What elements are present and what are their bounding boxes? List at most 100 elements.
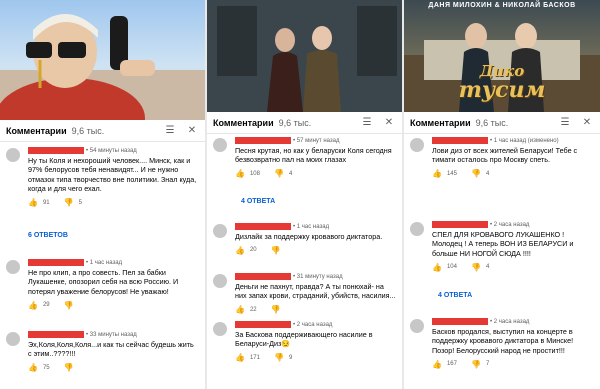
comment-time: 2 часа назад — [296, 321, 333, 328]
avatar[interactable] — [410, 222, 424, 236]
thumbs-up-icon: 👍 — [235, 245, 245, 255]
comment-item: • 1 час назад (изменено) Лови диз от все… — [404, 136, 600, 179]
comment-text: Не про клип, а про совесть. Пел за бабки… — [28, 268, 179, 296]
like-button[interactable]: 👍 29 — [28, 301, 50, 310]
comment-text: За Баскова поддерживающего насилие в Бел… — [235, 330, 373, 349]
dislike-button[interactable]: 👎 4 — [471, 263, 489, 272]
dislike-count: 9 — [288, 354, 293, 361]
close-icon[interactable]: ✕ — [185, 125, 199, 136]
thumbs-up-icon: 👍 — [432, 262, 442, 272]
thumbs-down-icon: 👎 — [63, 198, 74, 208]
video-player-1[interactable] — [0, 0, 205, 120]
avatar[interactable] — [213, 138, 227, 152]
emoji-icon: 😏 — [281, 339, 291, 349]
avatar[interactable] — [6, 332, 20, 346]
sort-icon[interactable]: ☰ — [163, 125, 177, 136]
comment-time: 54 минуты назад — [89, 147, 137, 154]
thumbs-down-icon: 👎 — [270, 305, 281, 315]
like-button[interactable]: 👍 75 — [28, 363, 50, 372]
comment-time: 2 часа назад — [493, 318, 530, 325]
dislike-count: 4 — [485, 170, 490, 177]
thumbs-down-icon: 👎 — [470, 262, 481, 272]
comment-time: 31 минуту назад — [296, 273, 343, 280]
video-frame-2 — [207, 0, 402, 112]
replies-link[interactable]: 4 ОТВЕТА — [241, 198, 275, 205]
sort-icon[interactable]: ☰ — [558, 117, 572, 128]
video-player-3[interactable]: ДАНЯ МИЛОХИН & НИКОЛАЙ БАСКОВ Дико тусим — [404, 0, 600, 112]
like-count: 145 — [446, 170, 457, 177]
dislike-button[interactable]: 👎 — [271, 305, 286, 314]
redacted-username — [235, 273, 291, 280]
comment-time: 1 час назад — [89, 259, 123, 266]
sort-icon[interactable]: ☰ — [360, 117, 374, 128]
like-button[interactable]: 👍 167 — [432, 360, 457, 369]
redacted-username — [28, 147, 84, 154]
thumbs-up-icon: 👍 — [432, 359, 442, 369]
avatar[interactable] — [410, 319, 424, 333]
redacted-username — [235, 223, 291, 230]
comments-header: Комментарии 9,6 тыс. ☰ ✕ — [0, 120, 205, 142]
like-button[interactable]: 👍 22 — [235, 305, 257, 314]
like-count: 171 — [249, 354, 260, 361]
close-icon[interactable]: ✕ — [382, 117, 396, 128]
thumbs-down-icon: 👎 — [470, 359, 481, 369]
dislike-button[interactable]: 👎 4 — [471, 169, 489, 178]
dislike-button[interactable]: 👎 7 — [471, 360, 489, 369]
dislike-button[interactable]: 👎 — [271, 246, 286, 255]
comments-header: Комментарии 9,6 тыс. ☰ ✕ — [207, 112, 402, 134]
comments-count: 9,6 тыс. — [278, 117, 312, 128]
thumbs-up-icon: 👍 — [28, 300, 38, 310]
dislike-count: 5 — [78, 199, 82, 206]
replies-link[interactable]: 4 ОТВЕТА — [438, 292, 472, 299]
avatar[interactable] — [213, 274, 227, 288]
comments-header: Комментарии 9,6 тыс. ☰ ✕ — [404, 112, 600, 134]
comments-panel-1: Комментарии 9,6 тыс. ☰ ✕ • 54 минуты наз… — [0, 0, 205, 389]
thumbs-down-icon: 👎 — [63, 300, 74, 310]
comment-text: Басков продался, выступил на концерте в … — [432, 327, 574, 355]
comment-text: Дизлайк за поддержку кровавого диктатора… — [235, 232, 383, 241]
thumbs-up-icon: 👍 — [28, 363, 38, 373]
comment-item: • 1 час назад Не про клип, а про совесть… — [0, 258, 205, 310]
replies-link[interactable]: 6 ОТВЕТОВ — [28, 232, 68, 239]
avatar[interactable] — [6, 148, 20, 162]
video-header-text: ДАНЯ МИЛОХИН & НИКОЛАЙ БАСКОВ — [428, 2, 576, 9]
comment-text: СПЕЛ ДЛЯ КРОВАВОГО ЛУКАШЕНКО ! Молодец !… — [432, 230, 574, 258]
avatar[interactable] — [213, 322, 227, 336]
like-button[interactable]: 👍 145 — [432, 169, 457, 178]
thumbs-down-icon: 👎 — [273, 353, 284, 363]
like-count: 104 — [446, 264, 457, 271]
comments-panel-3: ДАНЯ МИЛОХИН & НИКОЛАЙ БАСКОВ Дико тусим… — [404, 0, 600, 389]
like-button[interactable]: 👍 108 — [235, 169, 260, 178]
comment-time: 33 минуты назад — [89, 331, 137, 338]
avatar[interactable] — [6, 260, 20, 274]
thumbs-down-icon: 👎 — [273, 169, 284, 179]
redacted-username — [432, 318, 488, 325]
comment-text: Ну ты Коля и нехороший человек.... Минск… — [28, 156, 197, 194]
like-count: 108 — [249, 170, 260, 177]
comment-text: Лови диз от всех жителей Беларуси! Тебе … — [432, 146, 578, 165]
comment-time: 57 минут назад — [296, 137, 340, 144]
dislike-button[interactable]: 👎 4 — [274, 169, 292, 178]
like-count: 167 — [446, 361, 457, 368]
like-button[interactable]: 👍 104 — [432, 263, 457, 272]
comment-text: Эх,Коля,Коля,Коля...и как ты сейчас буде… — [28, 340, 194, 359]
dislike-button[interactable]: 👎 — [64, 363, 79, 372]
redacted-username — [235, 137, 291, 144]
avatar[interactable] — [410, 138, 424, 152]
thumbs-down-icon: 👎 — [270, 245, 281, 255]
comment-time: 1 час назад — [296, 223, 330, 230]
video-player-2[interactable] — [207, 0, 402, 112]
like-button[interactable]: 👍 171 — [235, 353, 260, 362]
dislike-button[interactable]: 👎 — [64, 301, 79, 310]
like-button[interactable]: 👍 91 — [28, 198, 50, 207]
redacted-username — [28, 259, 84, 266]
dislike-button[interactable]: 👎 5 — [64, 198, 82, 207]
comment-item: • 2 часа назад За Баскова поддерживающег… — [207, 320, 402, 363]
close-icon[interactable]: ✕ — [580, 117, 594, 128]
avatar[interactable] — [213, 224, 227, 238]
dislike-button[interactable]: 👎 9 — [274, 353, 292, 362]
redacted-username — [432, 137, 488, 144]
thumbs-up-icon: 👍 — [235, 305, 245, 315]
comment-item: • 33 минуты назад Эх,Коля,Коля,Коля...и … — [0, 330, 205, 373]
like-button[interactable]: 👍 20 — [235, 246, 257, 255]
